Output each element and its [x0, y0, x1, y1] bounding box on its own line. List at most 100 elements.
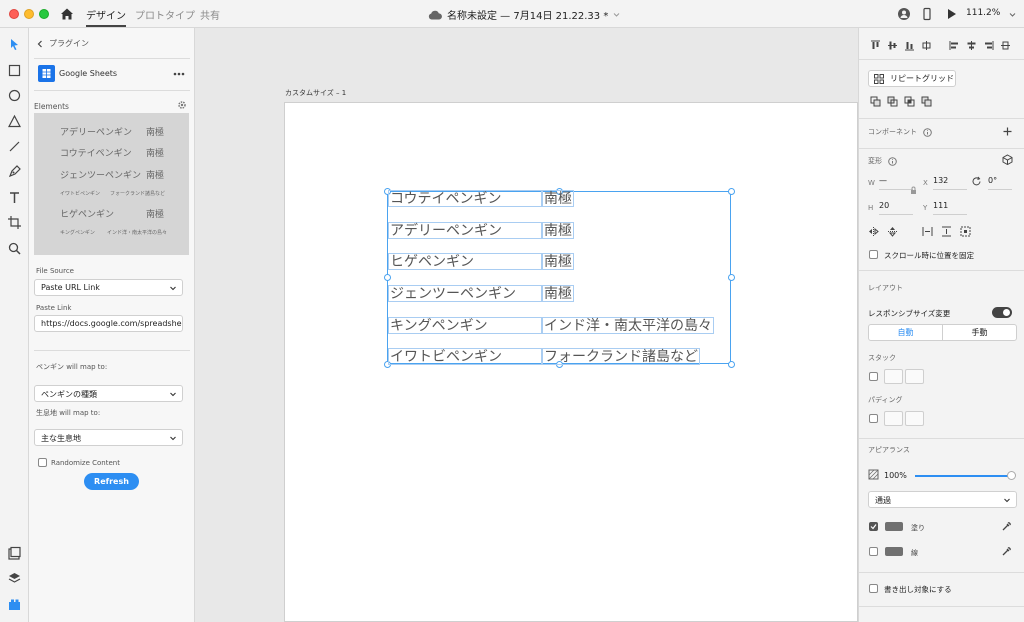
- height-field[interactable]: 20: [879, 201, 913, 215]
- manual-option[interactable]: 手動: [942, 325, 1016, 340]
- responsive-toggle[interactable]: [992, 307, 1012, 318]
- ellipse-icon[interactable]: [7, 88, 22, 103]
- fix-scroll-checkbox[interactable]: [869, 250, 878, 259]
- eyedropper-icon[interactable]: [1002, 546, 1012, 556]
- flip-vertical-icon[interactable]: [887, 226, 898, 237]
- artboard-icon[interactable]: [7, 215, 22, 230]
- polygon-icon[interactable]: [7, 114, 22, 129]
- align-center-icon[interactable]: [966, 40, 977, 51]
- file-source-select[interactable]: Paste URL Link: [34, 279, 183, 296]
- stack-horizontal-button[interactable]: [905, 369, 924, 384]
- rotation-field[interactable]: 0°: [988, 176, 1012, 190]
- width-field[interactable]: —: [879, 176, 913, 190]
- rectangle-icon[interactable]: [7, 63, 22, 78]
- boolean-exclude-icon[interactable]: [921, 96, 932, 107]
- close-window-button[interactable]: [9, 9, 19, 19]
- padding-individual-button[interactable]: [905, 411, 924, 426]
- paste-link-input[interactable]: https://docs.google.com/spreadshe: [34, 315, 183, 332]
- padding-checkbox[interactable]: [869, 414, 878, 423]
- select-arrow-icon[interactable]: [7, 37, 22, 52]
- randomize-checkbox[interactable]: [38, 458, 47, 467]
- padding-uniform-button[interactable]: [884, 411, 903, 426]
- opacity-slider-track[interactable]: [915, 475, 1013, 477]
- layers-icon[interactable]: [7, 571, 22, 586]
- lock-icon[interactable]: [910, 186, 917, 195]
- pen-icon[interactable]: [7, 164, 22, 179]
- resize-handle[interactable]: [728, 274, 735, 281]
- fill-swatch[interactable]: [885, 522, 903, 531]
- constrain-icon[interactable]: [960, 226, 971, 237]
- stack-vertical-button[interactable]: [884, 369, 903, 384]
- align-middle-icon[interactable]: [887, 40, 898, 51]
- zoom-window-button[interactable]: [39, 9, 49, 19]
- resize-handle[interactable]: [728, 188, 735, 195]
- y-field[interactable]: 111: [933, 201, 967, 215]
- penguin-name-cell[interactable]: イワトビペンギン: [388, 348, 542, 365]
- resize-mode-segment[interactable]: 自動 手動: [868, 324, 1017, 341]
- repeat-grid-selection[interactable]: [387, 191, 731, 364]
- assets-icon[interactable]: [7, 546, 22, 561]
- info-icon[interactable]: [923, 127, 932, 137]
- stack-checkbox[interactable]: [869, 372, 878, 381]
- zoom-level[interactable]: 111.2%: [966, 8, 1000, 18]
- minimize-window-button[interactable]: [24, 9, 34, 19]
- text-icon[interactable]: [7, 190, 22, 205]
- map1-select[interactable]: ペンギンの種類: [34, 385, 183, 402]
- tab-design[interactable]: デザイン: [86, 7, 126, 27]
- habitat-cell[interactable]: フォークランド諸島など: [542, 348, 700, 365]
- resize-handle[interactable]: [728, 361, 735, 368]
- habitat-cell[interactable]: インド洋・南太平洋の島々: [542, 317, 714, 334]
- info-icon[interactable]: [888, 156, 897, 166]
- penguin-name-cell[interactable]: キングペンギン: [388, 317, 542, 334]
- auto-option[interactable]: 自動: [869, 325, 942, 340]
- resize-vertical-icon[interactable]: [941, 226, 952, 237]
- zoom-icon[interactable]: [7, 241, 22, 256]
- boolean-subtract-icon[interactable]: [887, 96, 898, 107]
- habitat-cell[interactable]: 南極: [542, 285, 574, 302]
- align-bottom-icon[interactable]: [904, 40, 915, 51]
- document-title[interactable]: 名称未設定 — 7月14日 21.22.33 *: [428, 7, 620, 22]
- align-right-icon[interactable]: [983, 40, 994, 51]
- eyedropper-icon[interactable]: [1002, 521, 1012, 531]
- resize-horizontal-icon[interactable]: [922, 226, 933, 237]
- play-icon[interactable]: [944, 7, 958, 21]
- align-left-icon[interactable]: [949, 40, 960, 51]
- fill-checkbox[interactable]: [869, 522, 878, 531]
- line-icon[interactable]: [7, 139, 22, 154]
- distribute-vertical-icon[interactable]: [921, 40, 932, 51]
- mobile-preview-icon[interactable]: [920, 7, 934, 21]
- blend-mode-select[interactable]: 通過: [868, 491, 1017, 508]
- map2-select[interactable]: 主な生息地: [34, 429, 183, 446]
- border-checkbox[interactable]: [869, 547, 878, 556]
- opacity-value[interactable]: 100%: [884, 471, 907, 480]
- x-field[interactable]: 132: [933, 176, 967, 190]
- more-options-icon[interactable]: [173, 72, 185, 76]
- artboard-label[interactable]: カスタムサイズ – 1: [285, 88, 346, 98]
- gear-icon[interactable]: [177, 100, 187, 110]
- refresh-button[interactable]: Refresh: [84, 473, 139, 490]
- border-swatch[interactable]: [885, 547, 903, 556]
- habitat-cell[interactable]: 南極: [542, 190, 574, 207]
- design-canvas[interactable]: カスタムサイズ – 1 コウテイペンギン 南極 アデリーペンギン 南極 ヒゲペン…: [196, 28, 858, 622]
- plus-icon[interactable]: [1002, 126, 1013, 137]
- align-top-icon[interactable]: [870, 40, 881, 51]
- habitat-cell[interactable]: 南極: [542, 222, 574, 239]
- plugin-back-button[interactable]: プラグイン: [37, 38, 89, 49]
- home-icon[interactable]: [60, 7, 74, 21]
- 3d-transform-icon[interactable]: [1002, 154, 1013, 165]
- resize-handle[interactable]: [384, 274, 391, 281]
- distribute-horizontal-icon[interactable]: [1000, 40, 1011, 51]
- penguin-name-cell[interactable]: ジェンツーペンギン: [388, 285, 542, 302]
- penguin-name-cell[interactable]: ヒゲペンギン: [388, 253, 542, 270]
- boolean-add-icon[interactable]: [870, 96, 881, 107]
- penguin-name-cell[interactable]: アデリーペンギン: [388, 222, 542, 239]
- account-icon[interactable]: [897, 7, 911, 21]
- habitat-cell[interactable]: 南極: [542, 253, 574, 270]
- flip-horizontal-icon[interactable]: [868, 226, 879, 237]
- opacity-slider-knob[interactable]: [1007, 471, 1016, 480]
- repeat-grid-button[interactable]: リピートグリッド: [868, 70, 956, 87]
- plugins-icon[interactable]: [7, 597, 22, 612]
- zoom-chevron-icon[interactable]: [1009, 11, 1016, 18]
- penguin-name-cell[interactable]: コウテイペンギン: [388, 190, 542, 207]
- export-checkbox[interactable]: [869, 584, 878, 593]
